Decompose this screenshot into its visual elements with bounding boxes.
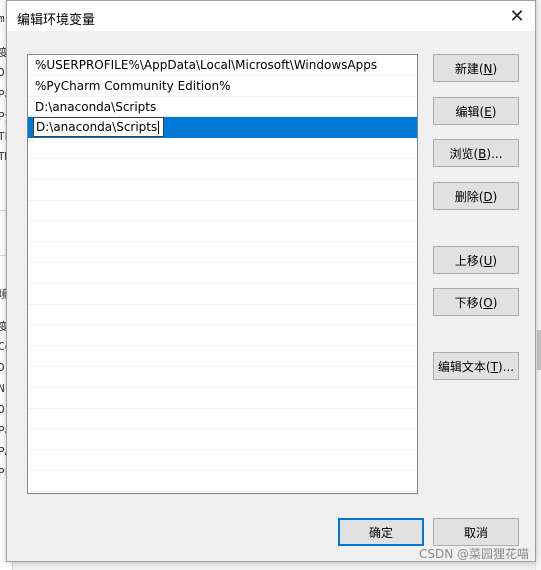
list-item-empty[interactable] [28,388,417,409]
list-item-edit-input[interactable]: D:\anaconda\Scripts [33,117,165,138]
edit-input-value: D:\anaconda\Scripts [36,120,158,135]
move-down-button-label: 下移(O) [454,295,498,310]
dialog-title: 编辑环境变量 [17,13,96,28]
list-item-empty[interactable] [28,284,417,305]
list-item-empty[interactable] [28,346,417,367]
new-button[interactable]: 新建(N) [433,54,519,82]
path-list[interactable]: %USERPROFILE%\AppData\Local\Microsoft\Wi… [27,54,418,494]
list-item-empty[interactable] [28,429,417,451]
close-icon: ✕ [509,5,525,27]
edit-text-button[interactable]: 编辑文本(T)... [433,352,519,380]
cancel-button-label: 取消 [463,525,488,540]
list-item-empty[interactable] [28,138,417,159]
list-item[interactable]: %PyCharm Community Edition% [28,76,417,97]
ok-button[interactable]: 确定 [338,518,424,546]
text-caret [158,121,160,135]
ok-button-label: 确定 [368,525,393,540]
delete-button-label: 删除(D) [454,189,498,204]
list-item-empty[interactable] [28,263,417,284]
move-up-button[interactable]: 上移(U) [433,246,519,274]
browse-button-label: 浏览(B)... [449,146,503,161]
move-down-button[interactable]: 下移(O) [433,288,519,316]
list-item-text: %USERPROFILE%\AppData\Local\Microsoft\Wi… [35,58,378,72]
list-item-empty[interactable] [28,305,417,326]
watermark: CSDN @菜园狸花喵 [418,547,529,561]
edit-env-variable-dialog: 编辑环境变量 ✕ %USERPROFILE%\AppData\Local\Mic… [6,0,536,562]
cancel-button[interactable]: 取消 [433,518,519,546]
list-item-selected[interactable]: D:\anaconda\Scripts [28,117,417,139]
delete-button[interactable]: 删除(D) [433,182,519,210]
list-item[interactable]: %USERPROFILE%\AppData\Local\Microsoft\Wi… [28,55,417,76]
list-item[interactable]: D:\anaconda\Scripts [28,97,417,118]
list-item-empty[interactable] [28,221,417,243]
edit-text-button-label: 编辑文本(T)... [437,359,515,374]
edit-button[interactable]: 编辑(E) [433,97,519,125]
move-up-button-label: 上移(U) [454,253,498,268]
list-item-empty[interactable] [28,159,417,180]
background-scrollbar [537,330,541,370]
title-bar[interactable]: 编辑环境变量 ✕ [7,1,535,31]
close-button[interactable]: ✕ [499,1,535,31]
list-item-empty[interactable] [28,450,417,471]
browse-button[interactable]: 浏览(B)... [433,139,519,167]
list-item-empty[interactable] [28,180,417,201]
list-item-empty[interactable] [28,367,417,388]
list-item-empty[interactable] [28,242,417,263]
edit-button-label: 编辑(E) [455,104,497,119]
list-item-empty[interactable] [28,409,417,430]
list-item-empty[interactable] [28,471,417,492]
list-item-empty[interactable] [28,201,417,222]
list-item-text: D:\anaconda\Scripts [35,99,157,114]
list-item-text: %PyCharm Community Edition% [35,78,231,93]
new-button-label: 新建(N) [454,61,498,76]
list-item-empty[interactable] [28,325,417,347]
